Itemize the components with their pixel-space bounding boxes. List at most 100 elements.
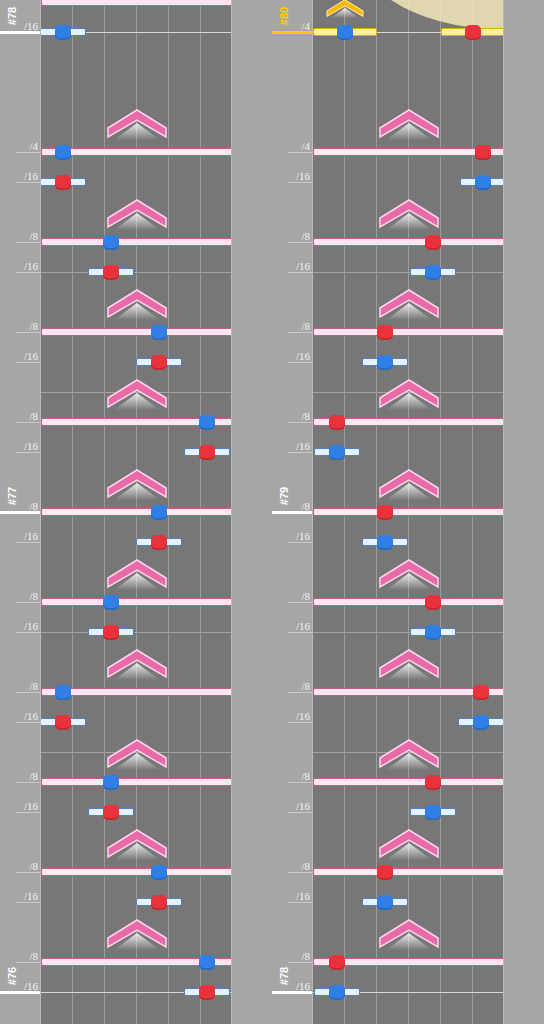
note-marker[interactable]	[377, 355, 393, 370]
note-marker[interactable]	[425, 775, 441, 790]
note-marker[interactable]	[475, 175, 491, 190]
note-marker[interactable]	[151, 355, 167, 370]
grid-line	[313, 752, 503, 753]
flick-bar[interactable]	[41, 328, 232, 336]
flick-arrow-icon	[108, 920, 166, 950]
flick-bar[interactable]	[313, 328, 504, 336]
chart-column: /4/4/16/8/16/8/16/8/16/8/16/8/16/8/16/8/…	[272, 0, 544, 1024]
note-marker[interactable]	[151, 865, 167, 880]
note-marker[interactable]	[329, 445, 345, 460]
flick-arrow-icon	[380, 650, 438, 680]
beat-label: /8	[286, 950, 310, 962]
note-marker[interactable]	[425, 625, 441, 640]
measure-line	[272, 511, 312, 514]
beat-tick	[288, 722, 312, 723]
note-marker[interactable]	[103, 235, 119, 250]
beat-label: /16	[286, 530, 310, 542]
beat-tick	[288, 272, 312, 273]
flick-bar[interactable]	[41, 238, 232, 246]
note-marker[interactable]	[55, 715, 71, 730]
measure-label[interactable]: #76	[1, 961, 23, 991]
note-marker[interactable]	[151, 895, 167, 910]
beat-tick	[16, 152, 40, 153]
flick-bar[interactable]	[41, 508, 232, 516]
note-marker[interactable]	[103, 595, 119, 610]
lane-area[interactable]	[312, 0, 504, 1024]
note-marker[interactable]	[425, 235, 441, 250]
note-marker[interactable]	[473, 685, 489, 700]
measure-line	[272, 31, 312, 34]
flick-arrow-icon	[108, 290, 166, 320]
flick-arrow-icon	[380, 560, 438, 590]
note-marker[interactable]	[199, 445, 215, 460]
note-marker[interactable]	[55, 25, 71, 40]
measure-label[interactable]: #78	[1, 1, 23, 31]
flick-bar[interactable]	[41, 868, 232, 876]
note-marker[interactable]	[329, 955, 345, 970]
beat-tick	[16, 332, 40, 333]
beat-label: /8	[14, 770, 38, 782]
beat-label: /8	[14, 230, 38, 242]
note-marker[interactable]	[425, 265, 441, 280]
beat-tick	[288, 182, 312, 183]
note-marker[interactable]	[425, 595, 441, 610]
beat-label: /16	[14, 350, 38, 362]
beat-tick	[16, 722, 40, 723]
beat-tick	[16, 182, 40, 183]
note-marker[interactable]	[377, 535, 393, 550]
note-marker[interactable]	[329, 415, 345, 430]
beat-tick	[16, 782, 40, 783]
note-marker[interactable]	[55, 175, 71, 190]
flick-bar[interactable]	[41, 598, 232, 606]
beat-label: /16	[14, 530, 38, 542]
note-marker[interactable]	[55, 685, 71, 700]
beat-label: /4	[14, 140, 38, 152]
note-marker[interactable]	[465, 25, 481, 40]
note-marker[interactable]	[151, 505, 167, 520]
flick-arrow-icon	[108, 830, 166, 860]
flick-bar[interactable]	[313, 598, 504, 606]
note-marker[interactable]	[337, 25, 353, 40]
note-marker[interactable]	[151, 535, 167, 550]
lane-area[interactable]	[40, 0, 232, 1024]
flick-arrow-icon	[380, 470, 438, 500]
flick-bar[interactable]	[41, 0, 232, 6]
note-marker[interactable]	[199, 955, 215, 970]
note-marker[interactable]	[377, 895, 393, 910]
grid-line	[313, 632, 503, 633]
note-marker[interactable]	[103, 265, 119, 280]
flick-bar[interactable]	[313, 868, 504, 876]
flick-bar[interactable]	[313, 238, 504, 246]
flick-bar[interactable]	[313, 508, 504, 516]
note-marker[interactable]	[199, 985, 215, 1000]
beat-label: /8	[286, 590, 310, 602]
measure-label[interactable]: #80	[273, 1, 295, 31]
beat-label: /8	[14, 320, 38, 332]
note-marker[interactable]	[199, 415, 215, 430]
note-marker[interactable]	[377, 865, 393, 880]
beat-tick	[16, 812, 40, 813]
flick-arrow-icon	[380, 290, 438, 320]
beat-label: /8	[14, 950, 38, 962]
flick-bar[interactable]	[313, 778, 504, 786]
note-marker[interactable]	[377, 325, 393, 340]
flick-bar[interactable]	[41, 778, 232, 786]
measure-label[interactable]: #78	[273, 961, 295, 991]
note-marker[interactable]	[55, 145, 71, 160]
note-marker[interactable]	[151, 325, 167, 340]
note-marker[interactable]	[475, 145, 491, 160]
grid-line	[41, 632, 231, 633]
note-marker[interactable]	[103, 625, 119, 640]
grid-line	[313, 272, 503, 273]
note-marker[interactable]	[473, 715, 489, 730]
measure-label[interactable]: #77	[1, 481, 23, 511]
beat-label: /16	[14, 170, 38, 182]
note-marker[interactable]	[103, 805, 119, 820]
measure-label[interactable]: #79	[273, 481, 295, 511]
note-marker[interactable]	[103, 775, 119, 790]
note-marker[interactable]	[377, 505, 393, 520]
note-marker[interactable]	[329, 985, 345, 1000]
beat-tick	[16, 602, 40, 603]
note-marker[interactable]	[425, 805, 441, 820]
beat-tick	[288, 242, 312, 243]
